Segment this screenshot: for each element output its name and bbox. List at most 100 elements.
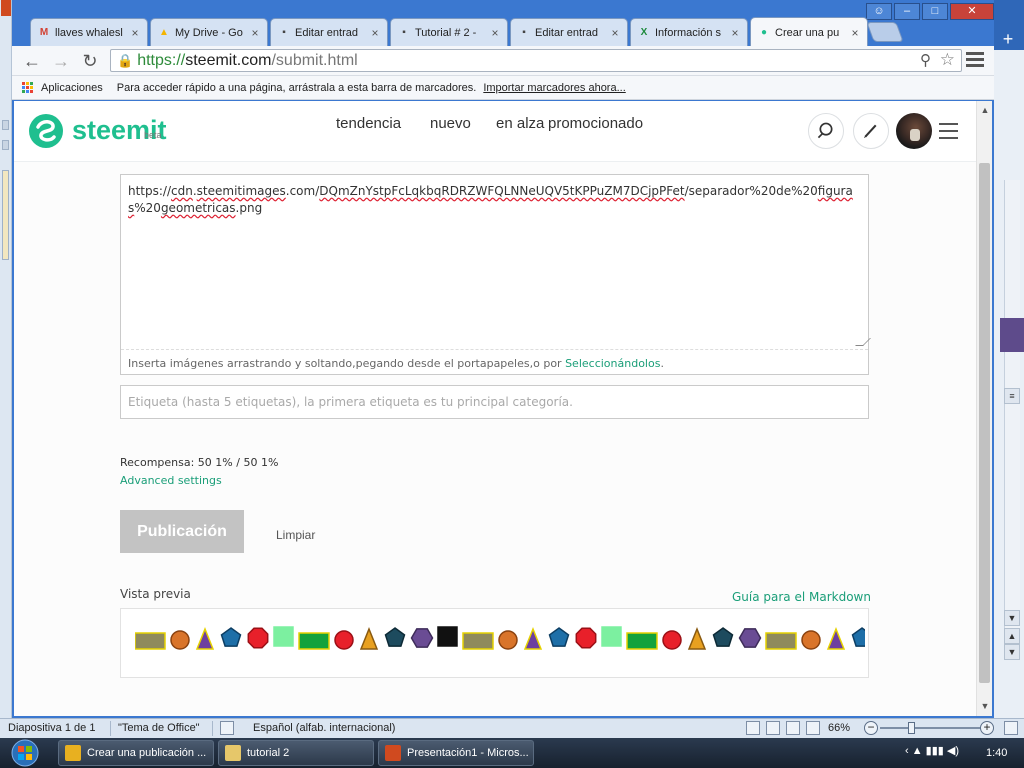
blogger-user-icon: ▪ [402,26,406,38]
background-window-left-edge [0,0,12,718]
reward-text: Recompensa: 50 1% / 50 1% [120,456,279,469]
image-upload-hint: Inserta imágenes arrastrando y soltando,… [128,357,664,370]
reading-view-icon[interactable] [786,721,800,735]
browser-tab[interactable]: ▪ Editar entrad × [270,18,388,46]
scroll-down-arrow-icon[interactable]: ▼ [980,701,990,711]
ribbon-fragment [2,120,9,130]
browser-tab[interactable]: ▲ My Drive - Go × [150,18,268,46]
bookmark-star-icon[interactable]: ☆ [940,50,955,70]
tab-close-icon[interactable]: × [249,26,261,40]
user-avatar[interactable] [896,113,932,149]
post-body-text[interactable]: https://cdn.steemitimages.com/DQmZnYstpF… [128,183,858,217]
nav-promocionado[interactable]: promocionado [548,111,658,136]
language-indicator[interactable]: Español (alfab. internacional) [253,722,395,734]
powerpoint-scrollbar[interactable] [1004,180,1020,660]
shape-circle [662,630,682,650]
back-arrow-icon[interactable]: ← [21,50,43,72]
geometric-shapes-separator-image [135,626,865,650]
browser-tab[interactable]: ▪ Tutorial # 2 - × [390,18,508,46]
page-scrollbar[interactable]: ▲ ▼ [976,101,992,716]
publish-button[interactable]: Publicación [120,510,244,553]
shape-pentagon [548,627,570,647]
fit-to-window-icon[interactable] [1004,721,1018,735]
browser-tab[interactable]: Mllaves whalesl × [30,18,148,46]
previous-slide-icon[interactable]: ▲ [1004,628,1020,644]
misspelled-word: DQmZnYstpFcLqkbqRDRZWFQLNNeUQV5tKPPuZM7D… [319,184,685,198]
nav-en-alza[interactable]: en alza [496,111,548,136]
tags-input[interactable]: Etiqueta (hasta 5 etiquetas), la primera… [120,385,869,419]
tab-title: Información s [655,26,722,39]
advanced-settings-link[interactable]: Advanced settings [120,474,222,487]
tab-close-icon[interactable]: × [609,26,621,40]
next-slide-icon[interactable]: ▼ [1004,644,1020,660]
system-tray-icons[interactable]: ‹ ▲ ▮▮▮ ◀) [905,744,959,757]
nav-tendencia[interactable]: tendencia [336,111,430,136]
shape-circle [170,630,190,650]
normal-view-icon[interactable] [746,721,760,735]
excel-icon: X [640,26,648,38]
slide-sorter-icon[interactable] [766,721,780,735]
zoom-magnifier-icon[interactable]: ⚲ [920,51,931,69]
blogger-user-icon: ▪ [282,26,286,38]
apps-grid-icon[interactable] [22,81,34,94]
scroll-thumb-grip[interactable]: ≡ [1004,388,1020,404]
scroll-down-arrow-icon[interactable]: ▼ [1004,610,1020,626]
shape-triangle [523,626,543,650]
browser-tab[interactable]: ▪ Editar entrad × [510,18,628,46]
tab-title: Editar entrad [295,26,358,39]
background-window-right-edge: + ≡ ▼ ▲ ▼ [994,0,1024,718]
tab-title: llaves whalesl [55,26,123,39]
slideshow-icon[interactable] [806,721,820,735]
logo-beta-badge: beta [144,130,162,140]
spellcheck-icon[interactable] [220,721,234,735]
zoom-out-button[interactable]: − [864,721,878,735]
zoom-slider-knob[interactable] [908,722,915,734]
tab-close-icon[interactable]: × [729,26,741,40]
tab-close-icon[interactable]: × [849,26,861,40]
reload-icon[interactable]: ↻ [79,50,101,72]
tab-title: Crear una pu [775,26,840,39]
shape-rect [462,632,494,650]
theme-name[interactable]: "Tema de Office" [118,722,200,734]
chrome-menu-icon[interactable] [966,52,984,70]
address-bar[interactable]: 🔒 https:// steemit.com /submit.html ⚲ ☆ [110,49,962,72]
tab-close-icon[interactable]: × [129,26,141,40]
taskbar-button[interactable]: Presentación1 - Micros... [378,740,534,766]
misspelled-word: cdn [171,184,193,198]
zoom-in-button[interactable]: + [980,721,994,735]
site-header: steemit beta tendencia nuevo en alza pro… [14,101,976,162]
hamburger-menu-icon[interactable] [939,123,958,144]
zoom-slider[interactable] [880,727,984,729]
taskbar-button-label: Crear una publicación ... [87,747,207,759]
shape-rect [765,632,797,650]
forward-arrow-icon[interactable]: → [50,50,72,72]
status-divider [110,721,111,736]
search-button[interactable] [808,113,844,149]
apps-bookmark[interactable]: Aplicaciones [41,82,103,94]
windows-start-icon[interactable] [6,738,44,768]
resize-handle-icon[interactable] [855,338,871,346]
browser-tab[interactable]: ● Crear una pu × [750,17,868,47]
taskbar-button[interactable]: Crear una publicación ... [58,740,214,766]
markdown-guide-link[interactable]: Guía para el Markdown [732,590,871,604]
nav-nuevo[interactable]: nuevo [430,111,496,136]
scrollbar-thumb[interactable] [979,163,990,683]
search-icon [817,122,833,139]
main-nav: tendencia nuevo en alza promocionado [336,111,658,136]
clear-button[interactable]: Limpiar [276,528,315,542]
shape-triangle [826,626,846,650]
tab-close-icon[interactable]: × [369,26,381,40]
import-bookmarks-link[interactable]: Importar marcadores ahora... [483,82,625,94]
zoom-level[interactable]: 66% [828,722,850,734]
scroll-up-arrow-icon[interactable]: ▲ [980,105,990,115]
tab-close-icon[interactable]: × [489,26,501,40]
preview-label: Vista previa [120,587,191,601]
url-fragment: https:// [128,184,172,198]
taskbar-button[interactable]: tutorial 2 [218,740,374,766]
browser-tab[interactable]: X Información s × [630,18,748,46]
select-files-link[interactable]: Seleccionándolos [565,357,660,370]
write-post-button[interactable] [853,113,889,149]
taskbar-button-label: Presentación1 - Micros... [407,747,529,759]
post-body-editor[interactable]: https://cdn. steemitimages.com/DQmZnYstpF… [120,174,871,375]
new-tab-button[interactable] [866,22,904,42]
